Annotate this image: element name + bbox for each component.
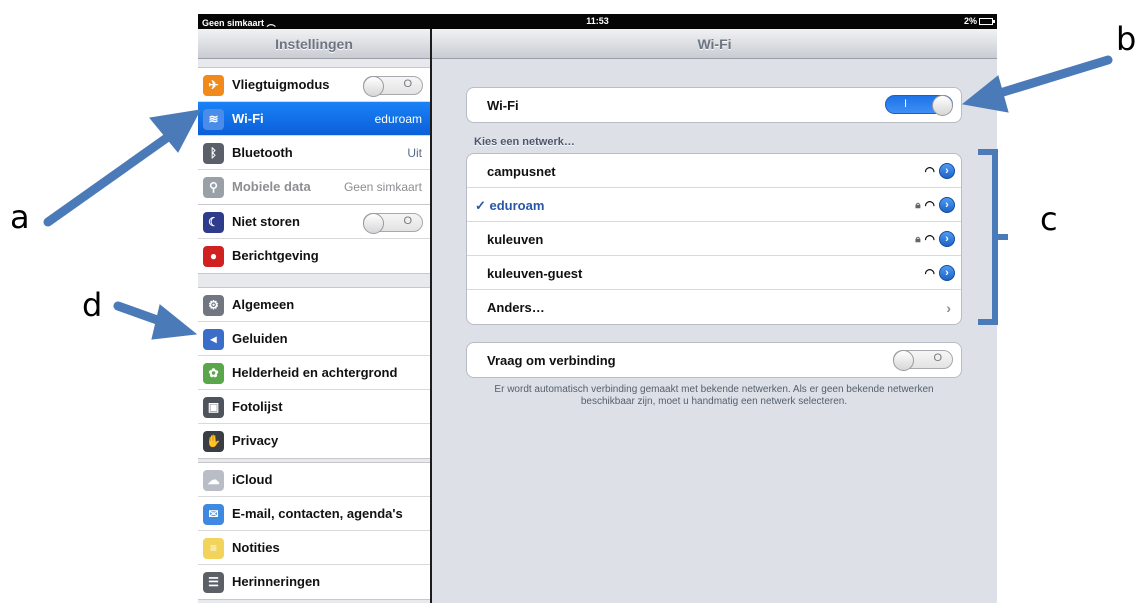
- annotated-screenshot: Geen simkaart ︵ 11:53 2% Instellingen Wi…: [0, 0, 1147, 603]
- arrow-d-head: [151, 304, 198, 340]
- arrow-d: [113, 301, 165, 326]
- callout-c: c: [1040, 200, 1058, 238]
- arrow-a: [43, 132, 173, 227]
- callout-a: a: [10, 198, 30, 236]
- annotation-arrows: [43, 55, 1113, 340]
- arrow-b-head: [961, 75, 1009, 113]
- bracket-c: [978, 149, 1008, 325]
- callout-b: b: [1116, 20, 1137, 58]
- callout-d: d: [82, 286, 103, 324]
- arrow-b: [995, 55, 1113, 98]
